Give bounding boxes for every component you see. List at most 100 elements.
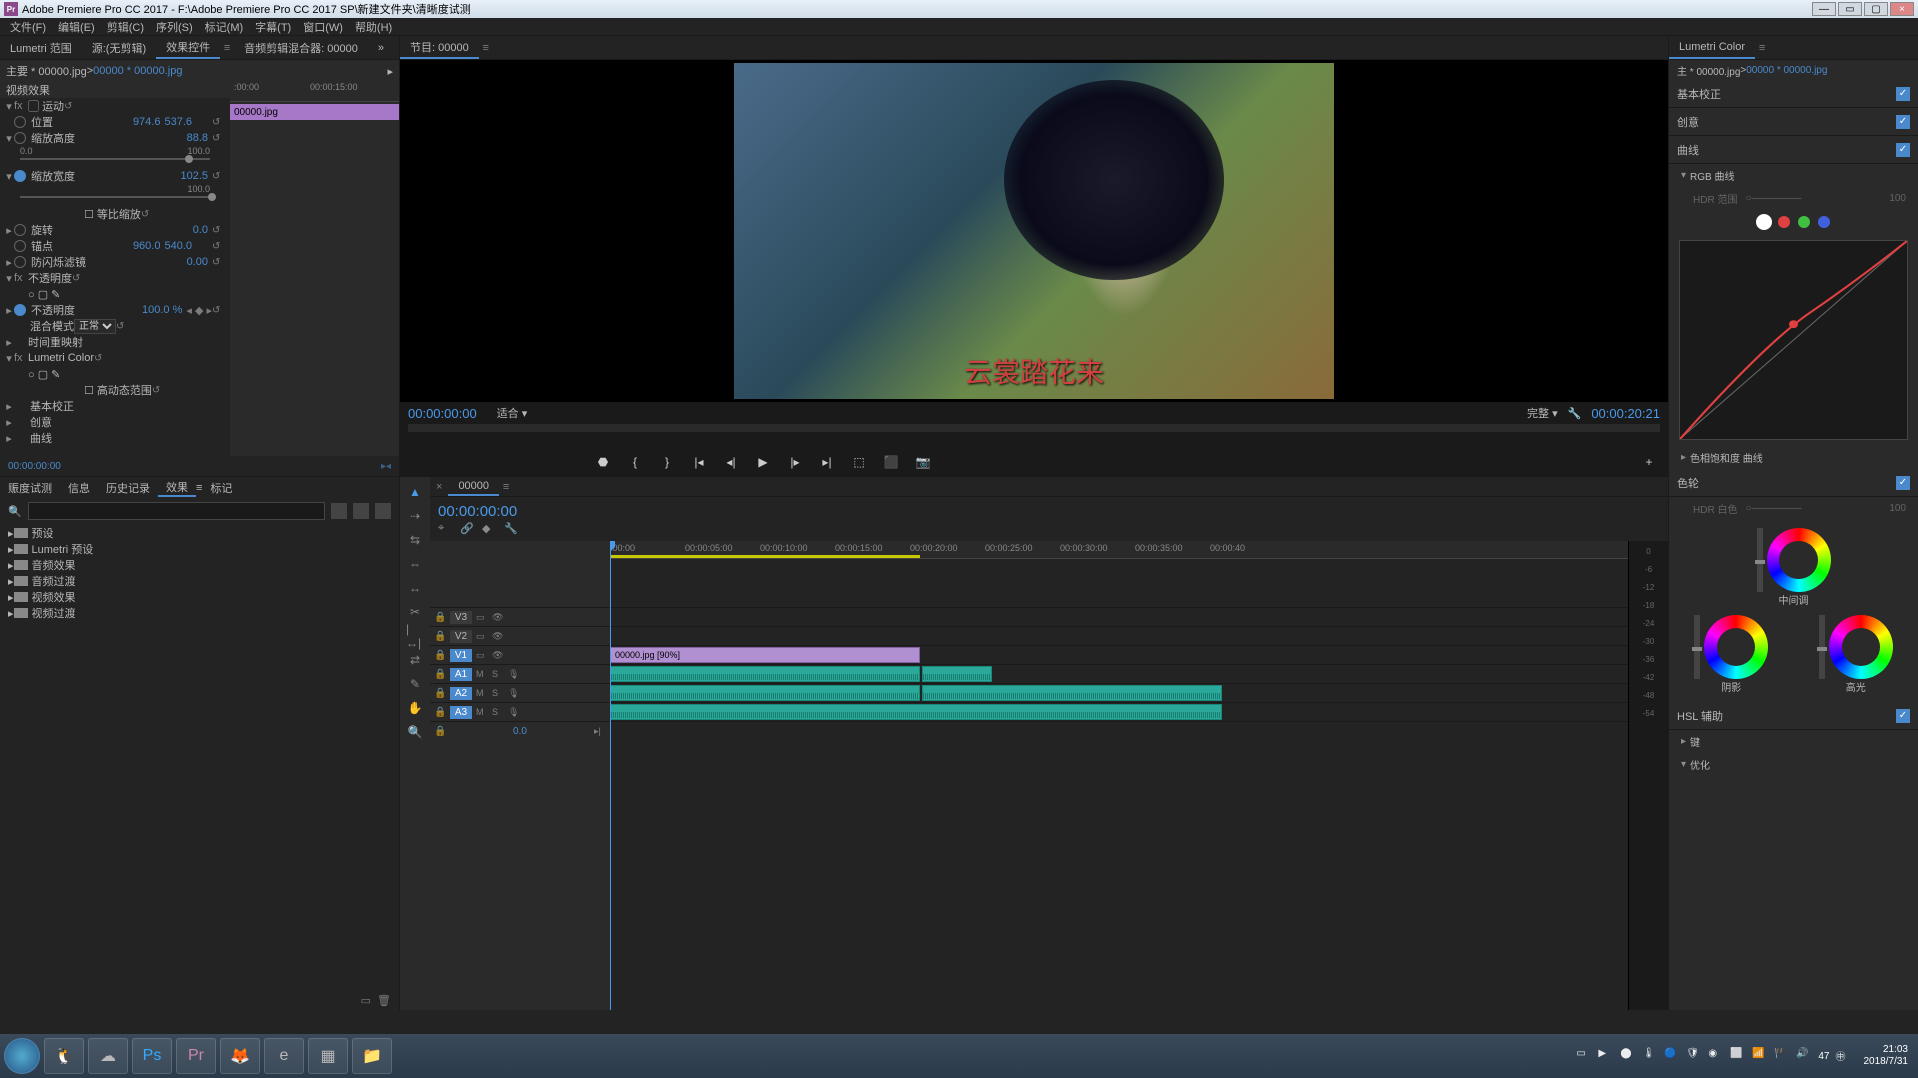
ec-play-toggle[interactable]: ▸ [387,65,393,78]
play-button[interactable]: ▶ [754,453,772,471]
close-button[interactable]: × [1890,2,1914,16]
slip-tool[interactable]: |↔| [406,627,424,645]
highlights-slider[interactable] [1819,615,1825,679]
reset-icon[interactable]: ↺ [212,241,226,252]
lum-curves[interactable]: 曲线✓ [1669,136,1918,164]
menu-sequence[interactable]: 序列(S) [150,19,199,35]
track-a2-lane[interactable] [610,683,1628,702]
taskbar-ie[interactable]: e [264,1038,304,1074]
tray-nvidia-icon[interactable]: ◉ [1708,1048,1724,1064]
lift-button[interactable]: ⬚ [850,453,868,471]
check-icon[interactable]: ✓ [1896,709,1910,723]
track-v1-header[interactable]: 🔒V1▭👁 [430,645,610,664]
stopwatch-icon[interactable] [14,256,26,268]
menu-file[interactable]: 文件(F) [4,19,52,35]
tab-lumetri-scopes[interactable]: Lumetri 范围 [0,36,82,59]
highlights-wheel[interactable] [1829,615,1893,679]
reset-icon[interactable]: ↺ [212,257,226,268]
taskbar-explorer[interactable]: 📁 [352,1038,392,1074]
clip-a1-1[interactable] [610,666,920,682]
check-icon[interactable]: ✓ [1896,115,1910,129]
folder-lumetri-presets[interactable]: ▸Lumetri 预设 [8,541,391,557]
ec-opacity-masks[interactable]: ○ ▢ ✎ [0,286,230,302]
ec-hdr-range[interactable]: ☐ 高动态范围↺ [0,382,230,398]
mark-in-button[interactable]: ⬣ [594,453,612,471]
tabs-overflow[interactable]: » [368,36,394,59]
folder-audio-transitions[interactable]: ▸音频过渡 [8,573,391,589]
playhead[interactable] [610,541,611,1010]
lum-rgb-curves[interactable]: ▾RGB 曲线 [1669,164,1918,187]
panel-menu-icon[interactable]: ≡ [499,481,513,493]
taskbar-app2[interactable]: 🦊 [220,1038,260,1074]
reset-icon[interactable]: ↺ [94,353,108,364]
folder-video-transitions[interactable]: ▸视频过渡 [8,605,391,621]
program-viewport[interactable]: 云裳踏花来 [400,60,1668,402]
curve-white[interactable] [1758,216,1770,228]
ec-clip-link[interactable]: 00000 * 00000.jpg [93,65,182,77]
menu-clip[interactable]: 剪辑(C) [101,19,150,35]
track-v2-header[interactable]: 🔒V2▭👁 [430,626,610,645]
reset-icon[interactable]: ↺ [212,117,226,128]
panel-menu-icon[interactable]: ≡ [220,42,234,54]
sequence-tab[interactable]: 00000 [448,477,499,496]
effects-search-input[interactable] [28,502,325,520]
check-icon[interactable]: ✓ [1896,87,1910,101]
go-to-out-button[interactable]: ▸| [818,453,836,471]
shadows-slider[interactable] [1694,615,1700,679]
reset-icon[interactable]: ↺ [212,171,226,182]
track-v1-lane[interactable]: 00000.jpg [90%] [610,645,1628,664]
tray-shield-icon[interactable]: 🛡 [1686,1048,1702,1064]
shadows-wheel[interactable] [1704,615,1768,679]
work-area-bar[interactable] [610,555,920,558]
restore-button[interactable]: ▭ [1838,2,1862,16]
timeline-timecode[interactable]: 00:00:00:00 [438,503,1660,520]
rate-stretch-tool[interactable]: ↔ [406,579,424,597]
tray-icon[interactable]: ⬤ [1620,1048,1636,1064]
mark-out-icon[interactable]: } [658,453,676,471]
ec-mini-timeline[interactable]: :00:0000:00:15:00 00000.jpg [230,82,399,456]
tab-source[interactable]: 源:(无剪辑) [82,36,156,59]
reset-icon[interactable]: ↺ [152,385,166,396]
selection-tool[interactable]: ▲ [406,483,424,501]
tab-audio-mixer[interactable]: 音频剪辑混合器: 00000 [234,36,368,59]
lum-creative[interactable]: 创意✓ [1669,108,1918,136]
filter-32-icon[interactable] [353,503,369,519]
stopwatch-icon[interactable] [14,132,26,144]
stopwatch-icon[interactable] [14,304,26,316]
curve-red[interactable] [1778,216,1790,228]
ec-scale-h-slider[interactable]: 0.0100.0 [0,146,230,168]
slide-tool[interactable]: ⇄ [406,651,424,669]
panel-menu-icon[interactable]: ≡ [1755,42,1769,54]
lum-clip-link[interactable]: 00000 * 00000.jpg [1746,65,1827,76]
clip-a1-2[interactable] [922,666,992,682]
tab-markers[interactable]: 标记 [202,480,240,496]
button-editor[interactable]: + [1640,453,1658,471]
new-bin-icon[interactable]: ▭ [361,994,371,1007]
menu-edit[interactable]: 编辑(E) [52,19,101,35]
clip-a2-2[interactable] [922,685,1222,701]
quality-select[interactable]: 完整 ▾ [1527,405,1558,421]
tab-lumetri-color[interactable]: Lumetri Color [1669,36,1755,59]
ec-curves[interactable]: ▸曲线 [0,430,230,446]
stopwatch-icon[interactable] [14,240,26,252]
track-a3-lane[interactable] [610,702,1628,721]
curve-blue[interactable] [1818,216,1830,228]
midtones-wheel[interactable] [1767,528,1831,592]
step-back-button[interactable]: ◂| [722,453,740,471]
ec-clip-bar[interactable]: 00000.jpg [230,104,399,120]
track-v3-lane[interactable] [610,607,1628,626]
track-a1-header[interactable]: 🔒A1MS🎙 [430,664,610,683]
rolling-edit-tool[interactable]: ⇔ [406,555,424,573]
track-a2-header[interactable]: 🔒A2MS🎙 [430,683,610,702]
step-forward-button[interactable]: |▸ [786,453,804,471]
minimize-button[interactable]: — [1812,2,1836,16]
ec-opacity-value[interactable]: ▸不透明度100.0 %◂ ◆ ▸↺ [0,302,230,318]
export-frame-button[interactable]: 📷 [914,453,932,471]
ec-scale-w-slider[interactable]: 100.0 [0,184,230,206]
pen-tool[interactable]: ✎ [406,675,424,693]
blend-mode-select[interactable]: 正常 [74,319,116,334]
tab-history[interactable]: 历史记录 [98,480,158,496]
track-v2-lane[interactable] [610,626,1628,645]
track-a3-header[interactable]: 🔒A3MS🎙 [430,702,610,721]
tray-ime-icon[interactable]: ㊥ [1836,1048,1852,1064]
